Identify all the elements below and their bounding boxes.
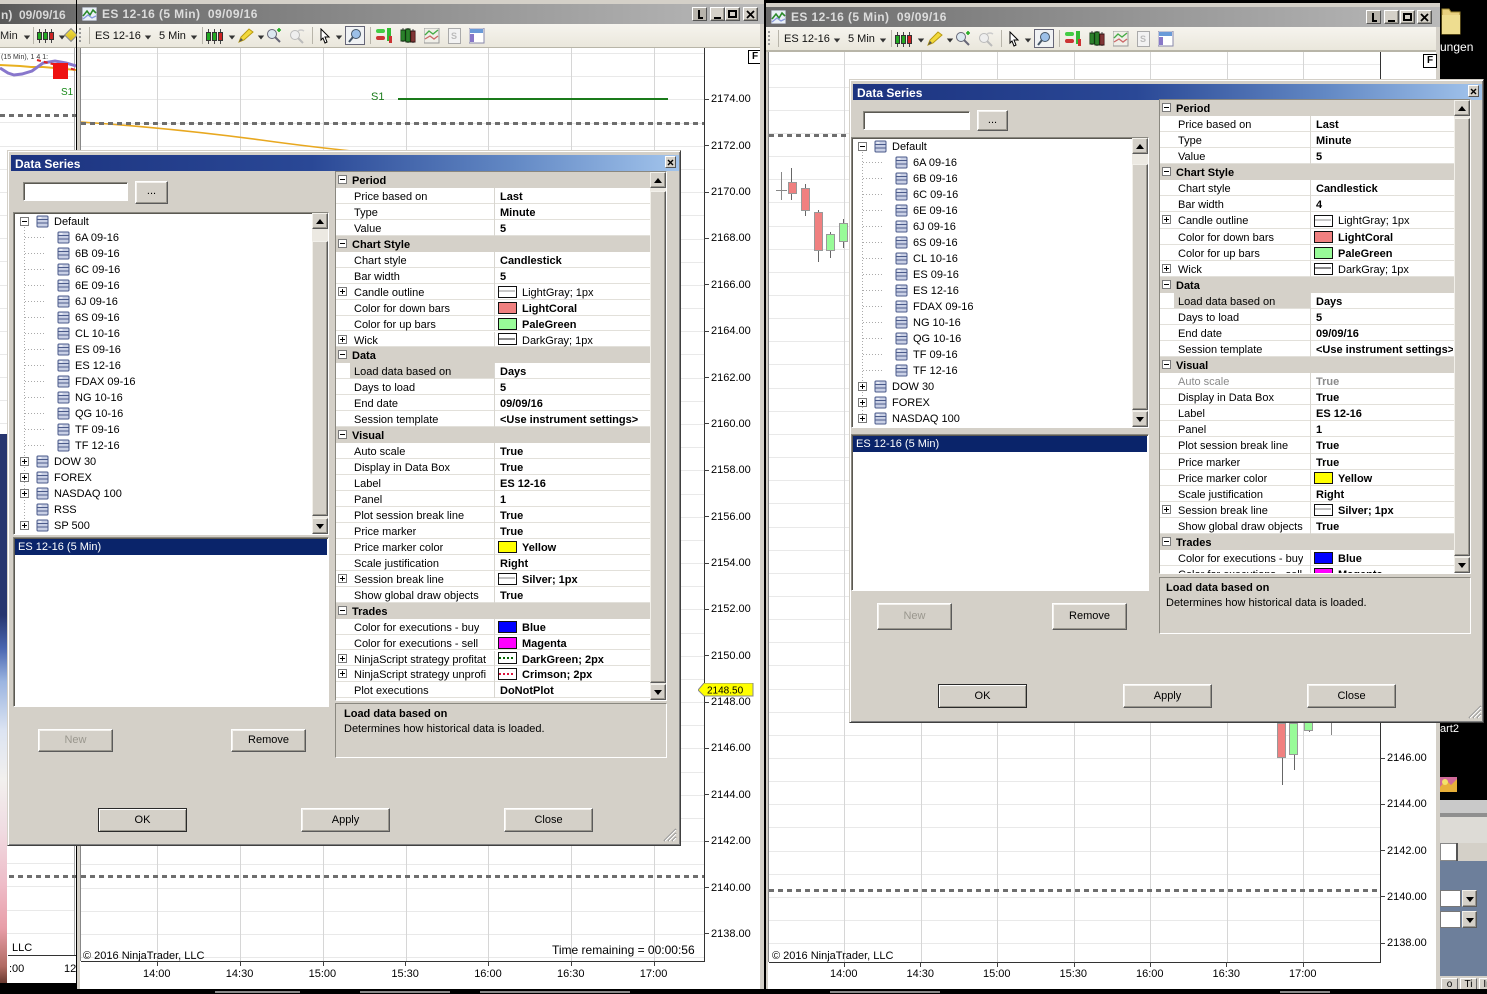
svg-text:S: S	[451, 31, 457, 41]
svg-text:2148.50: 2148.50	[707, 686, 744, 697]
svg-text:S: S	[1140, 34, 1146, 44]
svg-text:S1: S1	[61, 87, 74, 98]
svg-text:(15 Min), 1 4 1:: (15 Min), 1 4 1:	[1, 54, 48, 61]
